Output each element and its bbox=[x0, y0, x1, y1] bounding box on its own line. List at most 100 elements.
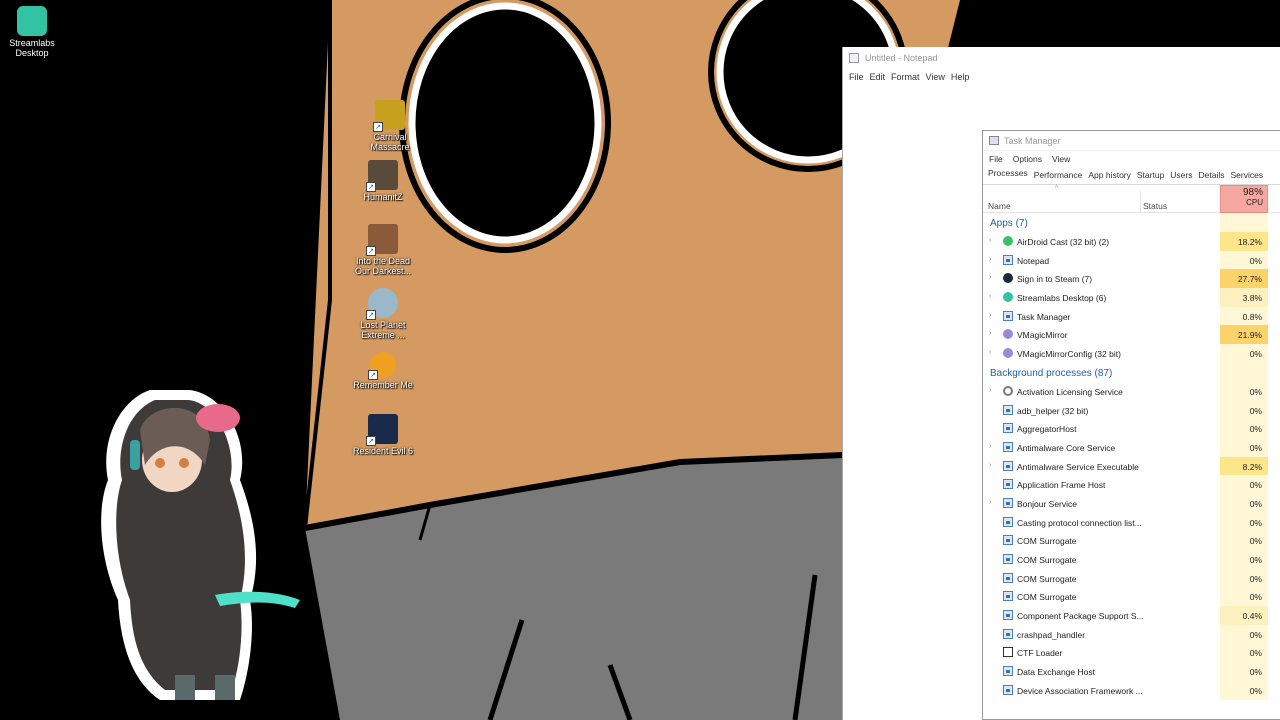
window-icon bbox=[1003, 479, 1013, 490]
notepad-titlebar[interactable]: Untitled - Notepad bbox=[843, 47, 1280, 69]
process-cpu: 0% bbox=[1220, 531, 1268, 550]
process-name: COM Surrogate bbox=[1017, 555, 1077, 565]
chevron-right-icon[interactable]: › bbox=[989, 349, 991, 356]
process-name: CTF Loader bbox=[1017, 648, 1063, 659]
taskmgr-titlebar[interactable]: Task Manager bbox=[983, 131, 1280, 151]
tab-processes[interactable]: Processes bbox=[985, 168, 1031, 184]
notepad-icon bbox=[849, 53, 859, 63]
process-row[interactable]: COM Surrogate 0% bbox=[983, 568, 1280, 588]
process-row[interactable]: › Streamlabs Desktop (6) 3.8% bbox=[983, 288, 1280, 307]
process-name: Antimalware Service Executable bbox=[1017, 461, 1139, 472]
process-row[interactable]: COM Surrogate 0% bbox=[983, 587, 1280, 607]
chevron-right-icon[interactable]: › bbox=[989, 387, 991, 394]
tab-startup[interactable]: Startup bbox=[1134, 170, 1167, 184]
desktop-icon-label: Lost Planet Extreme ... bbox=[360, 320, 406, 340]
chevron-right-icon[interactable]: › bbox=[989, 312, 991, 319]
process-row[interactable]: Component Package Support S... 0.4% bbox=[983, 606, 1280, 625]
process-row[interactable]: › VMagicMirrorConfig (32 bit) 0% bbox=[983, 344, 1280, 363]
tab-app-history[interactable]: App history bbox=[1085, 170, 1134, 184]
taskmgr-menu-file[interactable]: File bbox=[989, 154, 1003, 164]
window-icon bbox=[1003, 572, 1013, 583]
process-row[interactable]: CTF Loader 0% bbox=[983, 643, 1280, 663]
taskmgr-icon bbox=[1003, 310, 1013, 321]
process-name: COM Surrogate bbox=[1017, 573, 1077, 584]
process-row[interactable]: COM Surrogate 0% bbox=[983, 550, 1280, 569]
process-cpu: 0% bbox=[1220, 419, 1268, 438]
column-status[interactable]: Status bbox=[1143, 201, 1167, 211]
taskmgr-menu-options[interactable]: Options bbox=[1013, 154, 1042, 164]
window-icon bbox=[1003, 628, 1013, 639]
desktop-icon-label: HumanitZ bbox=[363, 192, 403, 202]
desktop-icon-carnival-massacre[interactable]: ↗ Carnival Massacre bbox=[358, 100, 422, 152]
chevron-right-icon[interactable]: › bbox=[989, 443, 991, 450]
notepad-menu-file[interactable]: File bbox=[849, 72, 864, 82]
process-row[interactable]: Device Association Framework ... 0% bbox=[983, 680, 1280, 700]
apps-group-header[interactable]: Apps (7) bbox=[983, 213, 1280, 232]
chevron-right-icon[interactable]: › bbox=[989, 499, 991, 506]
process-row[interactable]: COM Surrogate 0% bbox=[983, 531, 1280, 550]
column-name[interactable]: Name bbox=[988, 201, 1011, 211]
chevron-right-icon[interactable]: › bbox=[989, 274, 991, 281]
process-name: Notepad bbox=[1017, 255, 1050, 266]
process-row[interactable]: crashpad_handler 0% bbox=[983, 624, 1280, 644]
window-icon bbox=[1003, 554, 1013, 564]
tab-performance[interactable]: Performance bbox=[1031, 170, 1086, 184]
process-row[interactable]: Casting protocol connection list... 0% bbox=[983, 512, 1280, 532]
process-name: Casting protocol connection list... bbox=[1017, 517, 1142, 528]
notepad-menu-format[interactable]: Format bbox=[891, 72, 920, 82]
process-row[interactable]: › Task Manager 0.8% bbox=[983, 306, 1280, 326]
gear-icon bbox=[1003, 385, 1013, 396]
background-group-header[interactable]: Background processes (87) bbox=[983, 362, 1280, 382]
game-shortcut-icon: ↗ bbox=[366, 288, 398, 320]
tab-users[interactable]: Users bbox=[1167, 170, 1195, 184]
notepad-menu-help[interactable]: Help bbox=[951, 72, 970, 82]
taskmgr-menu-view[interactable]: View bbox=[1052, 154, 1070, 164]
desktop-icon-into-the-dead[interactable]: ↗ Into the Dead Our Darkest... bbox=[351, 224, 415, 276]
column-cpu[interactable]: 98% CPU bbox=[1220, 185, 1268, 213]
notepad-menubar: File Edit Format View Help bbox=[843, 69, 1280, 85]
process-row[interactable]: › Sign in to Steam (7) 27.7% bbox=[983, 269, 1280, 289]
game-shortcut-icon: ↗ bbox=[366, 160, 398, 192]
steam-icon bbox=[1003, 273, 1013, 284]
column-divider[interactable] bbox=[1140, 191, 1141, 213]
desktop-icon-label: Remember Me bbox=[353, 380, 413, 390]
chevron-right-icon[interactable]: › bbox=[989, 462, 991, 469]
desktop-icon-streamlabs[interactable]: Streamlabs Desktop bbox=[0, 6, 64, 58]
process-cpu: 0% bbox=[1220, 512, 1268, 532]
process-name: Data Exchange Host bbox=[1017, 667, 1095, 678]
tab-services[interactable]: Services bbox=[1227, 170, 1266, 184]
tab-details[interactable]: Details bbox=[1196, 170, 1228, 184]
cpu-cell bbox=[1220, 213, 1268, 232]
airdroid-icon bbox=[1003, 236, 1013, 246]
process-name: adb_helper (32 bit) bbox=[1017, 405, 1089, 416]
chevron-right-icon[interactable]: › bbox=[989, 256, 991, 263]
game-shortcut-icon: ↗ bbox=[366, 224, 398, 256]
desktop-icon-humanitz[interactable]: ↗ HumanitZ bbox=[351, 160, 415, 202]
process-row[interactable]: AggregatorHost 0% bbox=[983, 419, 1280, 438]
process-row[interactable]: › Antimalware Core Service 0% bbox=[983, 437, 1280, 457]
process-row[interactable]: › VMagicMirror 21.9% bbox=[983, 325, 1280, 345]
notepad-menu-view[interactable]: View bbox=[926, 72, 945, 82]
process-row[interactable]: › Notepad 0% bbox=[983, 250, 1280, 270]
desktop-icon-label: Streamlabs Desktop bbox=[9, 38, 55, 58]
process-row[interactable]: › AirDroid Cast (32 bit) (2) 18.2% bbox=[983, 232, 1280, 251]
desktop-icon-resident-evil-6[interactable]: ↗ Resident Evil 6 bbox=[351, 414, 415, 456]
process-cpu: 0% bbox=[1220, 568, 1268, 588]
process-cpu: 0% bbox=[1220, 643, 1268, 663]
desktop-icon-lost-planet[interactable]: ↗ Lost Planet Extreme ... bbox=[351, 288, 415, 340]
desktop-icon-remember-me[interactable]: ↗ Remember Me bbox=[351, 352, 415, 390]
cpu-column-label: CPU bbox=[1246, 198, 1263, 207]
process-row[interactable]: › Antimalware Service Executable 8.2% bbox=[983, 456, 1280, 476]
chevron-right-icon[interactable]: › bbox=[989, 330, 991, 337]
chevron-right-icon[interactable]: › bbox=[989, 237, 991, 244]
process-row[interactable]: › Activation Licensing Service 0% bbox=[983, 381, 1280, 401]
process-row[interactable]: › Bonjour Service 0% bbox=[983, 493, 1280, 513]
chevron-right-icon[interactable]: › bbox=[989, 293, 991, 300]
process-row[interactable]: Data Exchange Host 0% bbox=[983, 662, 1280, 681]
process-row[interactable]: Application Frame Host 0% bbox=[983, 475, 1280, 494]
notepad-menu-edit[interactable]: Edit bbox=[870, 72, 886, 82]
game-shortcut-icon: ↗ bbox=[366, 414, 398, 446]
process-row[interactable]: adb_helper (32 bit) 0% bbox=[983, 400, 1280, 420]
window-icon bbox=[1003, 516, 1013, 527]
task-manager-window[interactable]: Task Manager File Options View Processes… bbox=[982, 130, 1280, 720]
